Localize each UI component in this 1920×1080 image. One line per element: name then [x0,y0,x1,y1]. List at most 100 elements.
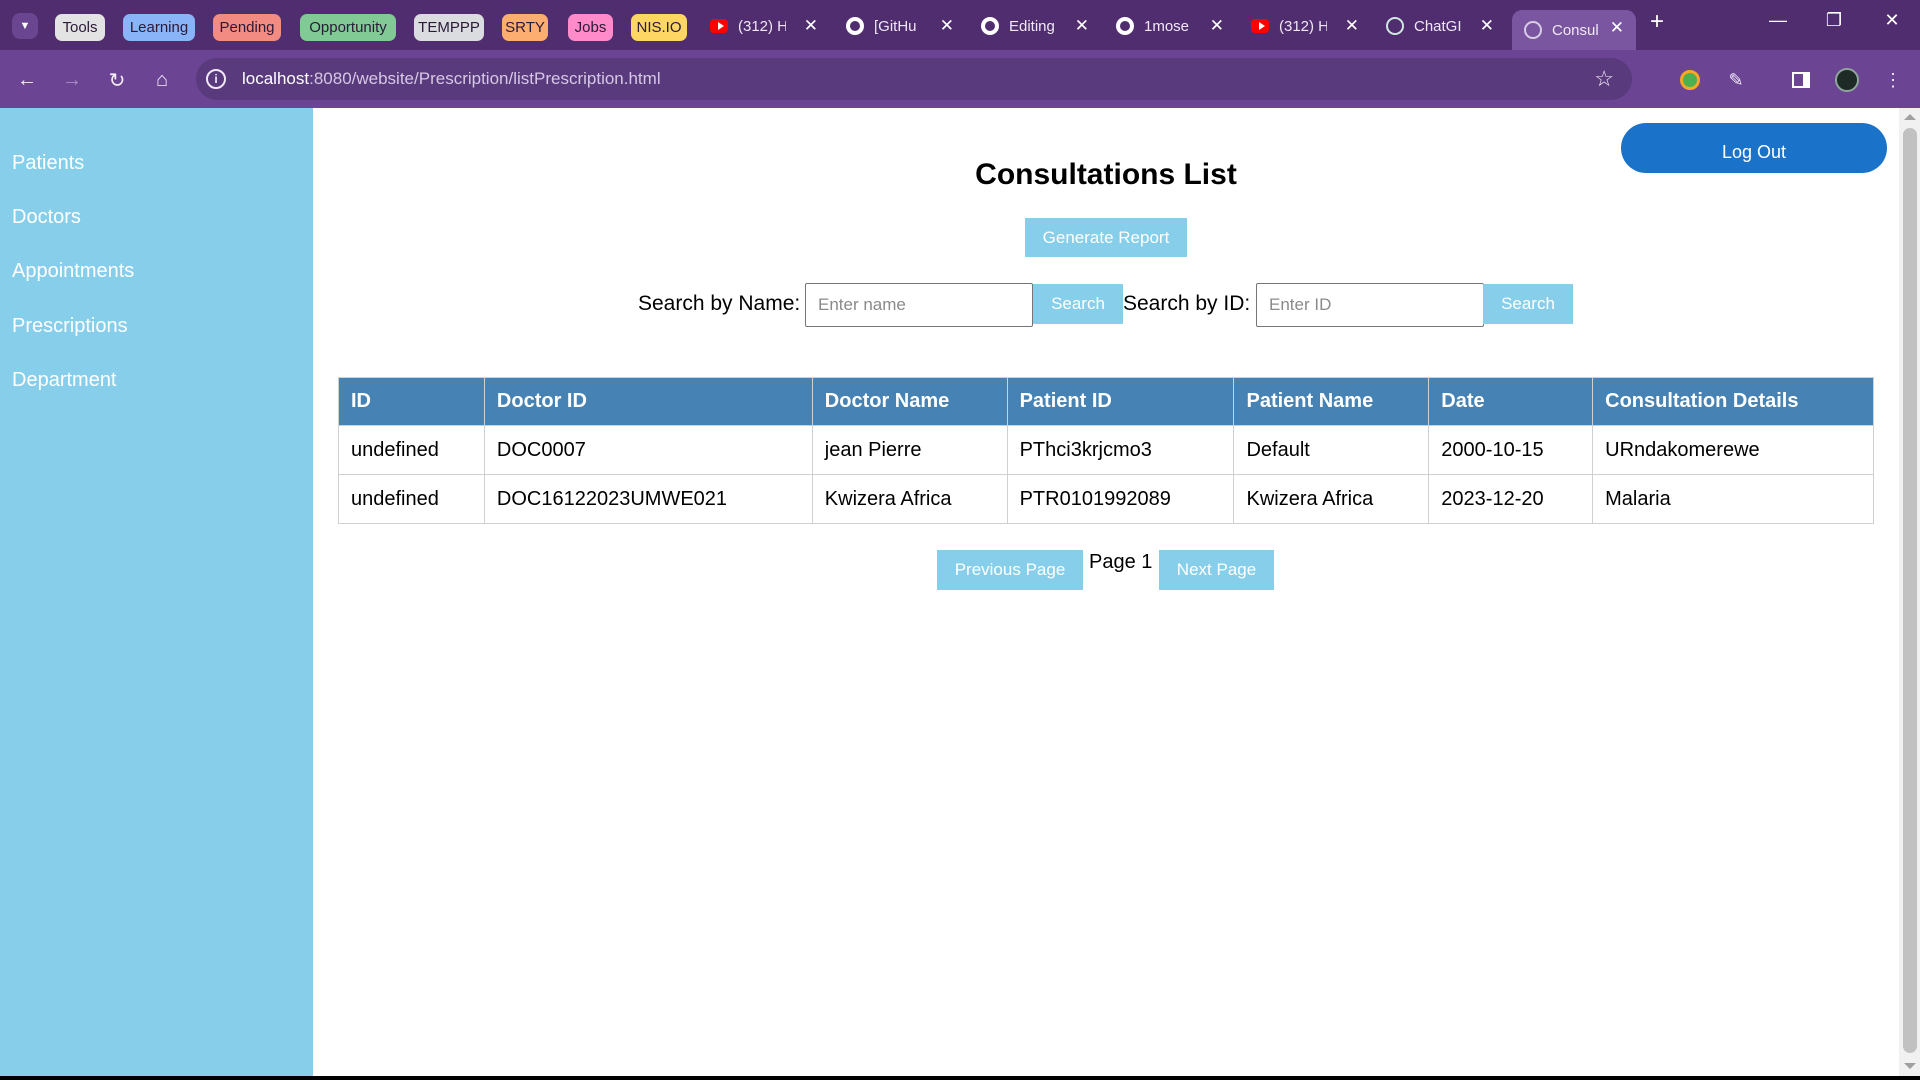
close-icon[interactable]: ✕ [1480,16,1494,36]
page-indicator: Page 1 [1089,551,1153,573]
tab-chatgpt[interactable]: ChatGI ✕ [1386,10,1494,42]
home-icon[interactable]: ⌂ [147,65,177,95]
side-panel-icon[interactable] [1788,67,1814,93]
globe-icon [1524,21,1542,39]
tab-title: 1mose [1144,17,1190,35]
youtube-icon [710,17,728,35]
cell-id: undefined [338,474,485,524]
next-page-button[interactable]: Next Page [1159,550,1274,590]
back-arrow-icon[interactable]: ← [12,65,42,95]
cell-consultation-details: Malaria [1592,474,1874,524]
cell-patient-name: Kwizera Africa [1233,474,1430,524]
close-icon[interactable]: ✕ [940,16,954,36]
tab-title: (312) H [1279,17,1327,35]
search-id-label: Search by ID: [1123,292,1251,315]
generate-report-button[interactable]: Generate Report [1025,218,1187,257]
close-icon[interactable]: ✕ [1610,18,1624,38]
forward-arrow-icon[interactable]: → [57,65,87,95]
scroll-down-arrow-icon[interactable] [1904,1063,1916,1069]
github-icon [981,17,999,35]
url-text[interactable]: localhost:8080/website/Prescription/list… [242,69,661,89]
window-bottom-border [0,1076,1920,1080]
tab-consultations-active[interactable]: Consul ✕ [1512,10,1636,50]
cell-date: 2023-12-20 [1428,474,1594,524]
tab-group-tools[interactable]: Tools [55,14,105,41]
cell-patient-id: PTR0101992089 [1006,474,1235,524]
tab-title: Editing [1009,17,1055,35]
reload-icon[interactable]: ↻ [102,65,132,95]
tab-group-pending[interactable]: Pending [213,14,281,41]
tab-group-nisio[interactable]: NIS.IO [631,14,687,41]
restore-icon[interactable]: ❐ [1814,10,1854,31]
github-copilot-icon [846,17,864,35]
page-scrollbar[interactable] [1899,108,1920,1076]
window-close-icon[interactable]: ✕ [1872,10,1912,31]
column-header-date: Date [1428,377,1594,426]
cell-doctor-name: jean Pierre [811,425,1008,475]
search-id-input[interactable] [1256,283,1484,327]
new-tab-plus-icon[interactable]: + [1650,8,1664,36]
tab-github-copilot[interactable]: [GitHu ✕ [846,10,954,42]
sidebar-item-prescriptions[interactable]: Prescriptions [12,315,128,338]
tab-title: ChatGI [1414,17,1462,35]
profile-avatar-icon[interactable] [1834,67,1860,93]
previous-page-button[interactable]: Previous Page [937,550,1083,590]
table-row: undefined DOC0007 jean Pierre PThci3krjc… [338,425,1874,475]
close-icon[interactable]: ✕ [1075,16,1089,36]
tab-youtube-1[interactable]: (312) H ✕ [710,10,818,42]
cell-doctor-name: Kwizera Africa [811,474,1008,524]
search-name-input[interactable] [805,283,1033,327]
column-header-doctor-name: Doctor Name [811,377,1008,426]
sidebar-item-doctors[interactable]: Doctors [12,206,81,229]
column-header-doctor-id: Doctor ID [483,377,813,426]
tab-group-srty[interactable]: SRTY [502,14,548,41]
column-header-id: ID [338,377,485,426]
site-info-icon[interactable]: i [206,69,226,89]
url-path: :8080/website/Prescription/listPrescript… [309,69,661,88]
tab-youtube-2[interactable]: (312) H ✕ [1251,10,1359,42]
scrollbar-thumb[interactable] [1903,128,1917,1053]
tab-github-editing[interactable]: Editing ✕ [981,10,1089,42]
github-icon [1116,17,1134,35]
cell-consultation-details: URndakomerewe [1592,425,1874,475]
close-icon[interactable]: ✕ [804,16,818,36]
youtube-icon [1251,17,1269,35]
sidebar-item-patients[interactable]: Patients [12,152,84,175]
url-host: localhost [242,69,310,88]
bookmark-star-icon[interactable]: ☆ [1594,66,1614,92]
scroll-up-arrow-icon[interactable] [1904,114,1916,120]
cell-date: 2000-10-15 [1428,425,1594,475]
chatgpt-icon [1386,17,1404,35]
cell-id: undefined [338,425,485,475]
table-header-row: ID Doctor ID Doctor Name Patient ID Pati… [338,377,1874,426]
close-icon[interactable]: ✕ [1210,16,1224,36]
tab-group-opportunity[interactable]: Opportunity [300,14,396,41]
menu-kebab-icon[interactable]: ⋮ [1880,67,1906,93]
extensions-puzzle-icon[interactable]: ✎ [1723,67,1749,93]
cell-patient-name: Default [1233,425,1430,475]
address-bar[interactable]: i localhost:8080/website/Prescription/li… [196,58,1632,100]
browser-toolbar: ← → ↻ ⌂ i localhost:8080/website/Prescri… [0,50,1920,108]
tab-group-jobs[interactable]: Jobs [568,14,613,41]
extension-logo-icon[interactable] [1677,67,1703,93]
page-title: Consultations List [975,158,1237,191]
tab-github-repo[interactable]: 1mose ✕ [1116,10,1224,42]
main-content: Log Out Consultations List Generate Repo… [313,108,1899,1076]
search-name-label: Search by Name: [638,292,801,315]
tab-title: (312) H [738,17,786,35]
column-header-patient-id: Patient ID [1006,377,1235,426]
sidebar-item-department[interactable]: Department [12,369,117,392]
cell-patient-id: PThci3krjcmo3 [1006,425,1235,475]
tab-search-icon[interactable]: ▼ [12,13,38,39]
close-icon[interactable]: ✕ [1345,16,1359,36]
search-name-button[interactable]: Search [1033,284,1123,324]
tab-group-learning[interactable]: Learning [123,14,195,41]
tab-group-temppp[interactable]: TEMPPP [414,14,484,41]
sidebar: Patients Doctors Appointments Prescripti… [0,108,313,1080]
search-id-button[interactable]: Search [1483,284,1573,324]
minimize-icon[interactable]: — [1758,10,1798,31]
tab-title: Consul [1552,21,1599,39]
browser-tabstrip: ▼ Tools Learning Pending Opportunity TEM… [0,0,1920,50]
sidebar-item-appointments[interactable]: Appointments [12,260,134,283]
tab-title: [GitHu [874,17,917,35]
